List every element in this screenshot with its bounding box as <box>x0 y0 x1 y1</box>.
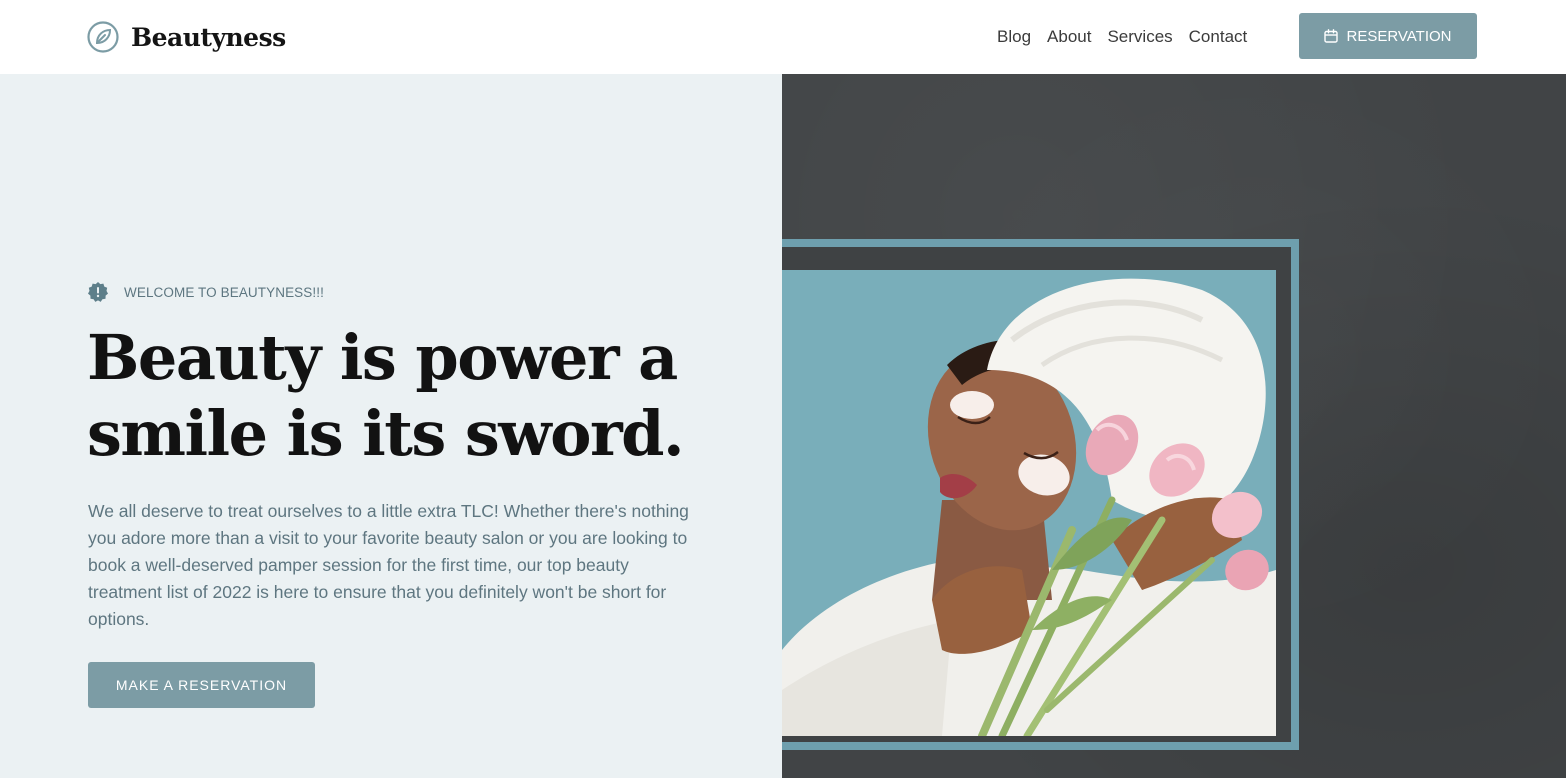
image-frame <box>782 239 1299 750</box>
hero-photo <box>782 270 1276 736</box>
calendar-icon <box>1324 29 1339 43</box>
hero-description: We all deserve to treat ourselves to a l… <box>88 501 689 629</box>
hero-content: WELCOME TO BEAUTYNESS!!! Beauty is power… <box>0 74 782 778</box>
welcome-tag: WELCOME TO BEAUTYNESS!!! <box>87 281 324 303</box>
brand-name: Beautyness <box>131 22 286 52</box>
reservation-button[interactable]: RESERVATION <box>1299 13 1477 59</box>
main-nav: Blog About Services Contact <box>989 24 1255 50</box>
welcome-text: WELCOME TO BEAUTYNESS!!! <box>124 284 324 300</box>
badge-alert-icon <box>88 282 108 302</box>
make-reservation-button[interactable]: MAKE A RESERVATION <box>88 662 315 708</box>
reservation-button-label: RESERVATION <box>1346 27 1452 45</box>
nav-link-about[interactable]: About <box>1047 27 1091 47</box>
nav-link-contact[interactable]: Contact <box>1189 27 1248 47</box>
site-header: Beautyness Blog About Services Contact R… <box>0 0 1566 74</box>
leaf-circle-icon <box>87 21 119 53</box>
spa-woman-illustration <box>782 270 1276 736</box>
nav-link-services[interactable]: Services <box>1107 27 1172 47</box>
brand-logo[interactable]: Beautyness <box>87 19 286 55</box>
hero-image-panel <box>782 74 1566 778</box>
image-frame-inner <box>782 247 1291 742</box>
nav-link-blog[interactable]: Blog <box>997 27 1031 47</box>
hero-headline: Beauty is power a smile is its sword. <box>87 321 685 470</box>
